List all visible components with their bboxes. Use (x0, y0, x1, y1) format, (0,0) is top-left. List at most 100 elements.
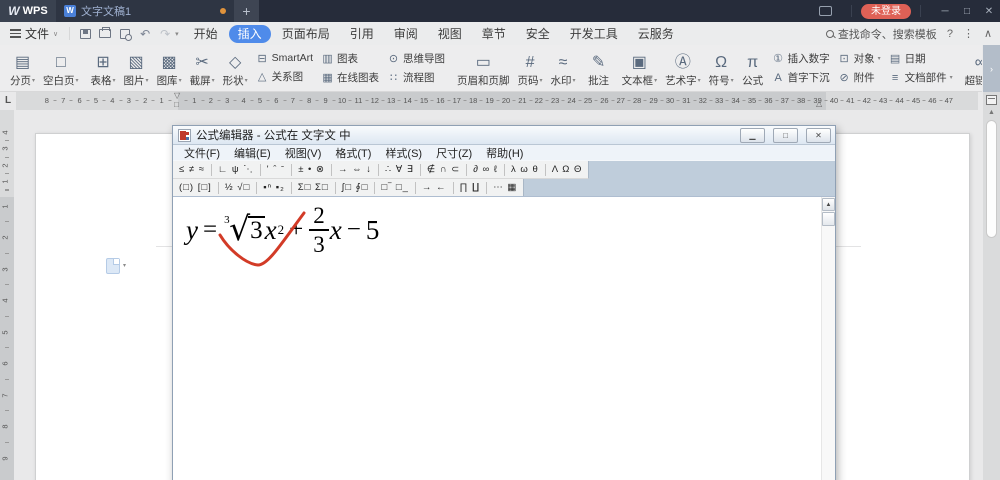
ribbon-item-关系图[interactable]: △ 关系图 (256, 69, 313, 84)
print-button[interactable] (95, 26, 115, 42)
ribbon-item-图表[interactable]: ▥ 图表 (321, 51, 379, 66)
scrollbar-thumb[interactable] (986, 120, 997, 238)
ribbon-item-SmartArt[interactable]: ⊟ SmartArt (256, 52, 314, 65)
palette-button[interactable]: ∴ ∀ ∃ (379, 164, 420, 175)
ribbon-expand-button[interactable]: › (983, 45, 1000, 92)
palette-button[interactable]: ʹ ˆ ˉ (261, 164, 291, 175)
minimize-button[interactable]: ─ (934, 6, 956, 17)
dialog-maximize-button[interactable]: □ (773, 127, 798, 143)
dialog-minimize-button[interactable]: ▁ (740, 127, 765, 143)
dialog-menu-尺寸(Z)[interactable]: 尺寸(Z) (429, 145, 479, 161)
dialog-titlebar[interactable]: 公式编辑器 - 公式在 文字文 中 ▁ □ ✕ (173, 126, 835, 145)
ribbon-item-符号[interactable]: Ω 符号 ▾ (705, 45, 738, 91)
palette-button[interactable]: ∏ ∐ (454, 182, 487, 193)
palette-button[interactable]: ± • ⊗ (292, 164, 331, 175)
ribbon-item-插入数字[interactable]: ① 插入数字 (772, 51, 829, 66)
palette-button[interactable]: ∉ ∩ ⊂ (421, 164, 466, 175)
palette-button[interactable]: Λ Ω Θ (546, 164, 589, 175)
palette-button[interactable]: ⋯ ▦ (487, 182, 523, 193)
ribbon-item-在线图表[interactable]: ▦ 在线图表 (321, 70, 379, 85)
dialog-menu-帮助(H)[interactable]: 帮助(H) (479, 145, 530, 161)
ribbon-item-日期[interactable]: ▤ 日期 (889, 51, 953, 66)
ribbon-item-图库[interactable]: ▩ 图库 ▾ (153, 45, 186, 91)
maximize-button[interactable]: □ (956, 6, 978, 17)
print-preview-button[interactable] (115, 26, 135, 42)
help-button[interactable]: ? (947, 28, 953, 40)
ruler-toggle-icon[interactable] (986, 95, 997, 105)
ribbon-item-对象[interactable]: ⊡ 对象 ▾ (838, 51, 881, 66)
ribbon-item-思维导图[interactable]: ⊙ 思维导图 (387, 51, 445, 66)
dialog-menu-编辑(E)[interactable]: 编辑(E) (227, 145, 278, 161)
qat-more-button[interactable]: ▾ (175, 30, 179, 38)
ribbon-item-空白页[interactable]: □ 空白页 ▾ (39, 45, 83, 91)
palette-button[interactable]: → ← (416, 182, 453, 193)
tab-安全[interactable]: 安全 (517, 25, 559, 43)
tab-视图[interactable]: 视图 (429, 25, 471, 43)
command-search[interactable]: 查找命令、搜索模板 (825, 26, 937, 42)
palette-button[interactable]: □‾ □_ (375, 182, 415, 193)
dialog-menu-视图(V)[interactable]: 视图(V) (278, 145, 329, 161)
palette-button[interactable]: ▪ⁿ ▪₂ (257, 182, 291, 193)
tab-章节[interactable]: 章节 (473, 25, 515, 43)
undo-button[interactable]: ↶ (135, 26, 155, 42)
device-sync-icon[interactable] (819, 6, 832, 16)
tab-开始[interactable]: 开始 (185, 25, 227, 43)
ribbon-item-公式[interactable]: π 公式 (738, 45, 768, 91)
main-scrollbar[interactable]: ▲ (983, 92, 1000, 480)
first-line-indent-marker[interactable]: ▽ (174, 92, 180, 100)
ribbon-item-页眉和页脚[interactable]: ▭ 页眉和页脚 (453, 45, 514, 91)
palette-button[interactable]: ∂ ∞ ℓ (467, 164, 504, 175)
file-menu-button[interactable]: 文件 ∨ (0, 25, 64, 42)
ribbon-item-图片[interactable]: ▧ 图片 ▾ (120, 45, 153, 91)
dialog-scrollbar-thumb[interactable] (822, 212, 835, 226)
palette-button[interactable]: ≤ ≠ ≈ (173, 164, 211, 175)
new-tab-button[interactable]: + (234, 0, 259, 22)
more-menu-button[interactable]: ⋮ (963, 27, 974, 40)
scroll-up-arrow[interactable]: ▲ (983, 109, 1000, 116)
palette-button[interactable]: ∫□ ∮□ (336, 182, 375, 193)
palette-button[interactable]: ½ √□ (219, 182, 257, 193)
palette-button[interactable]: (□) [□] (173, 182, 218, 193)
ribbon-item-页码[interactable]: # 页码 ▾ (514, 45, 547, 91)
ribbon-item-形状[interactable]: ◇ 形状 ▾ (219, 45, 252, 91)
ribbon-item-超链接[interactable]: ∞超链接 (961, 45, 982, 91)
tab-云服务[interactable]: 云服务 (629, 25, 683, 43)
ribbon-item-流程图[interactable]: ∷ 流程图 (387, 70, 445, 85)
login-button[interactable]: 未登录 (861, 3, 911, 19)
dialog-menu-文件(F)[interactable]: 文件(F) (177, 145, 227, 161)
palette-button[interactable]: ∟ ψ ⋱ (212, 164, 260, 175)
ribbon-item-艺术字[interactable]: Ⓐ 艺术字 ▾ (661, 45, 705, 91)
tab-开发工具[interactable]: 开发工具 (561, 25, 627, 43)
ribbon-item-截屏[interactable]: ✂ 截屏 ▾ (186, 45, 219, 91)
dialog-scrollbar[interactable]: ▲ (821, 197, 835, 480)
redo-button[interactable]: ↷ (155, 26, 175, 42)
palette-button[interactable]: → ⇔ ↓ (332, 164, 378, 175)
tab-插入[interactable]: 插入 (228, 24, 271, 43)
ribbon-item-表格[interactable]: ⊞ 表格 ▾ (87, 45, 120, 91)
dialog-close-button[interactable]: ✕ (806, 127, 831, 143)
ribbon-item-批注[interactable]: ✎ 批注 (584, 45, 614, 91)
ribbon-item-水印[interactable]: ≈ 水印 ▾ (547, 45, 580, 91)
palette-button[interactable]: λ ω θ (505, 164, 545, 175)
dialog-menu-样式(S)[interactable]: 样式(S) (378, 145, 429, 161)
ribbon-item-附件[interactable]: ⊘ 附件 (838, 70, 881, 85)
ribbon-item-首字下沉[interactable]: A 首字下沉 (772, 70, 829, 85)
tab-引用[interactable]: 引用 (341, 25, 383, 43)
tab-审阅[interactable]: 审阅 (385, 25, 427, 43)
wps-logo[interactable]: W WPS (0, 0, 56, 22)
dialog-scroll-up-arrow[interactable]: ▲ (822, 198, 835, 211)
collapse-ribbon-button[interactable]: ∧ (984, 27, 992, 40)
tab-stop-selector[interactable]: L (2, 93, 14, 108)
close-button[interactable]: ✕ (978, 6, 1000, 17)
equation-edit-area[interactable]: y = 3 √ 3 x2 + 2 3 x − 5 ▲ (173, 196, 835, 480)
paste-options-button[interactable]: ▾ (106, 258, 126, 274)
ribbon-item-文档部件[interactable]: ≡ 文档部件 ▾ (889, 70, 953, 85)
document-tab[interactable]: W 文字文稿1 (56, 0, 234, 22)
tab-页面布局[interactable]: 页面布局 (273, 25, 339, 43)
palette-button[interactable]: Σ□ Σ□ (292, 182, 335, 193)
ribbon-item-分页[interactable]: ▤ 分页 ▾ (6, 45, 39, 91)
left-indent-marker[interactable]: □ (174, 101, 179, 109)
ribbon-item-文本框[interactable]: ▣ 文本框 ▾ (618, 45, 662, 91)
save-button[interactable] (75, 26, 95, 42)
dialog-menu-格式(T)[interactable]: 格式(T) (328, 145, 378, 161)
